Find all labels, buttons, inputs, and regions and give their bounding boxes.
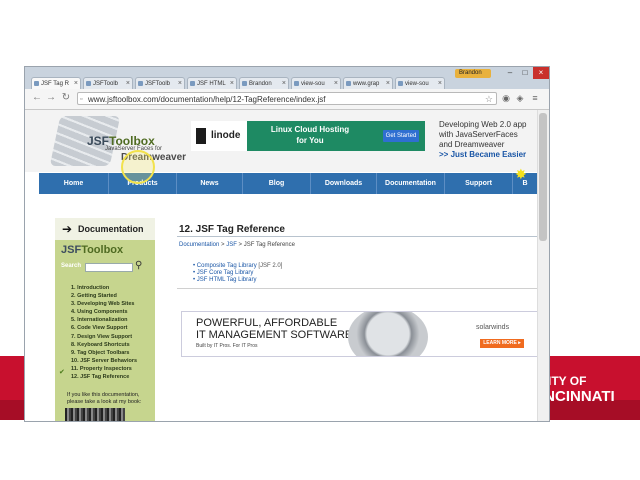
sidebar-item-jsf-tag-reference[interactable]: 12. JSF Tag Reference [71, 373, 137, 381]
address-bar[interactable]: ▫ www.jsftoolbox.com/documentation/help/… [77, 92, 497, 105]
close-tab-icon[interactable]: × [282, 78, 286, 89]
breadcrumb-documentation[interactable]: Documentation [179, 242, 219, 248]
sidebar-item-property-inspectors[interactable]: 11. Property Inspectors [71, 365, 137, 373]
scrollbar-thumb[interactable] [539, 113, 547, 241]
favicon-icon [242, 81, 247, 86]
sidebar-item-internationalization[interactable]: 5. Internationalization [71, 316, 137, 324]
sidebar-heading: ➔ Documentation [55, 218, 155, 240]
web-page: JSFToolbox JavaServer Faces for Dreamwea… [25, 110, 537, 421]
close-tab-icon[interactable]: × [334, 78, 338, 89]
sidebar-item-introduction[interactable]: 1. Introduction [71, 284, 137, 292]
url-text: www.jsftoolbox.com/documentation/help/12… [88, 95, 326, 104]
tab-jsftoolbox-2[interactable]: JSFToolb × [135, 77, 185, 89]
sidebar-item-developing-web-sites[interactable]: 3. Developing Web Sites [71, 300, 137, 308]
breadcrumb-current: JSF Tag Reference [243, 242, 295, 248]
ad-globe-graphic [348, 312, 428, 356]
promo-link[interactable]: >> Just Became Easier [439, 150, 526, 160]
sidebar-item-using-components[interactable]: 4. Using Components [71, 308, 137, 316]
favicon-icon [346, 81, 351, 86]
breadcrumb: Documentation > JSF > JSF Tag Reference [179, 242, 295, 248]
book-note: If you like this documentation, please t… [67, 392, 142, 405]
favicon-icon [398, 81, 403, 86]
link-composite-tag-library[interactable]: Composite Tag Library [197, 263, 257, 269]
linode-banner-ad[interactable]: linode Linux Cloud Hosting for You Get St… [191, 121, 425, 151]
main-nav: Home Products News Blog Downloads Docume… [39, 173, 537, 194]
back-icon[interactable]: ← [31, 92, 43, 104]
sidebar-item-getting-started[interactable]: 2. Getting Started [71, 292, 137, 300]
nav-home[interactable]: Home [39, 173, 109, 194]
search-icon[interactable]: ⚲ [135, 260, 142, 271]
sidebar-item-jsf-server-behaviors[interactable]: 10. JSF Server Behaviors [71, 357, 137, 365]
page-title: 12. JSF Tag Reference [179, 224, 285, 235]
sidebar-logo[interactable]: JSFToolbox [61, 244, 123, 256]
tab-strip: JSF Tag R × JSFToolb × JSFToolb × JSF HTML ×… [25, 67, 549, 89]
sidebar-item-tag-object-toolbars[interactable]: 9. Tag Object Toolbars [71, 349, 137, 357]
search-input[interactable] [85, 263, 133, 272]
close-tab-icon[interactable]: × [230, 78, 234, 89]
tab-view-source-2[interactable]: view-sou × [395, 77, 445, 89]
breadcrumb-jsf[interactable]: JSF [226, 242, 237, 248]
nav-downloads[interactable]: Downloads [311, 173, 377, 194]
get-started-button[interactable]: Get Started [383, 130, 419, 142]
linode-ad-text: Linux Cloud Hosting for You [270, 125, 350, 145]
tab-jsftoolbox-1[interactable]: JSFToolb × [83, 77, 133, 89]
favicon-icon [34, 81, 39, 86]
sidebar-item-keyboard-shortcuts[interactable]: 8. Keyboard Shortcuts [71, 341, 137, 349]
close-tab-icon[interactable]: × [178, 78, 182, 89]
list-item: • Composite Tag Library [JSF 2.0] [193, 263, 283, 269]
chrome-extension-icon[interactable]: ◈ [515, 93, 525, 103]
solarwinds-banner-ad[interactable]: POWERFUL, AFFORDABLE IT MANAGEMENT SOFTW… [181, 311, 537, 357]
current-chapter-icon: ✔ [59, 369, 65, 376]
doc-chapter-list: 1. Introduction 2. Getting Started 3. De… [71, 284, 137, 381]
promo-text: Developing Web 2.0 app with JavaServerFa… [439, 120, 527, 160]
forward-icon[interactable]: → [45, 92, 57, 104]
favicon-icon [190, 81, 195, 86]
favicon-icon [86, 81, 91, 86]
content-divider [177, 288, 537, 289]
tab-jsf-tag-reference[interactable]: JSF Tag R × [31, 77, 81, 89]
sidebar-item-code-view-support[interactable]: 6. Code View Support [71, 324, 137, 332]
arrow-right-icon: ➔ [62, 222, 73, 236]
solarwinds-logo: solarwinds [476, 324, 510, 331]
sidebar-item-design-view-support[interactable]: 7. Design View Support [71, 333, 137, 341]
starburst-icon: ✸ [515, 166, 527, 182]
maximize-icon[interactable]: □ [518, 67, 532, 79]
browser-toolbar: ← → ↻ ▫ www.jsftoolbox.com/documentation… [25, 89, 549, 110]
linode-logo: linode [191, 121, 247, 151]
favicon-icon [138, 81, 143, 86]
nav-support[interactable]: Support [445, 173, 513, 194]
bookmark-star-icon[interactable]: ☆ [485, 93, 493, 106]
menu-icon[interactable]: ≡ [530, 93, 540, 103]
nav-news[interactable]: News [177, 173, 243, 194]
close-tab-icon[interactable]: × [126, 78, 130, 89]
window-close-icon[interactable]: × [533, 67, 549, 79]
tab-brandon[interactable]: Brandon × [239, 77, 289, 89]
university-logo: SITY OF INCINNATI [540, 374, 615, 405]
link-jsf-html-tag-library[interactable]: JSF HTML Tag Library [197, 277, 257, 283]
nav-blog[interactable]: Blog [243, 173, 311, 194]
close-tab-icon[interactable]: × [386, 78, 390, 89]
cursor-highlight [121, 150, 155, 184]
page-icon: ▫ [80, 96, 83, 103]
nav-documentation[interactable]: Documentation [377, 173, 445, 194]
tab-jsf-html[interactable]: JSF HTML × [187, 77, 237, 89]
title-divider [177, 236, 537, 237]
extension-icon[interactable]: ◉ [501, 93, 511, 103]
close-tab-icon[interactable]: × [74, 78, 78, 89]
tab-view-source-1[interactable]: view-sou × [291, 77, 341, 89]
search-label: Search [61, 263, 82, 269]
favicon-icon [294, 81, 299, 86]
list-item: • JSF HTML Tag Library [193, 277, 257, 283]
minimize-icon[interactable]: – [503, 67, 517, 79]
link-jsf-core-tag-library[interactable]: JSF Core Tag Library [197, 270, 254, 276]
profile-badge[interactable]: Brandon [455, 69, 491, 78]
book-image[interactable] [65, 408, 125, 421]
list-item: • JSF Core Tag Library [193, 270, 254, 276]
browser-window: JSF Tag R × JSFToolb × JSFToolb × JSF HTML ×… [24, 66, 550, 422]
close-tab-icon[interactable]: × [438, 78, 442, 89]
tag-library-list: • Composite Tag Library [JSF 2.0] • JSF … [193, 263, 282, 284]
tab-www-grap[interactable]: www.grap × [343, 77, 393, 89]
reload-icon[interactable]: ↻ [60, 92, 72, 104]
learn-more-button[interactable]: LEARN MORE ▸ [480, 339, 524, 348]
